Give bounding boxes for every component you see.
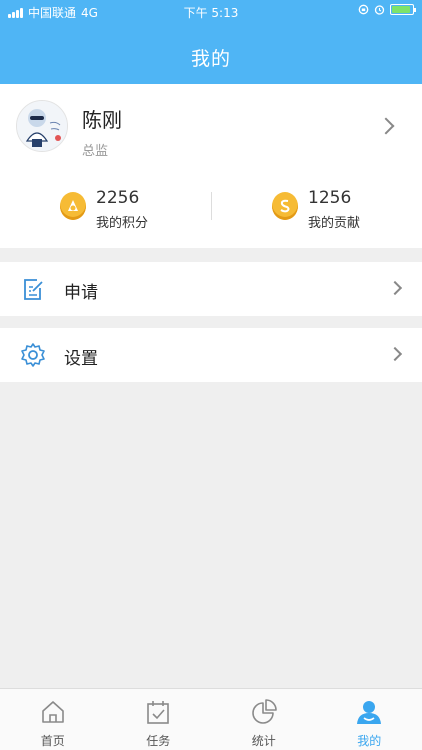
home-icon [41, 701, 64, 723]
points-value: 2256 [96, 188, 140, 208]
coin-icon [272, 192, 298, 220]
tab-label-stats: 统计 [251, 734, 276, 748]
tab-home[interactable]: 首页 [0, 689, 106, 750]
tab-label-home: 首页 [40, 734, 65, 748]
menu-label-settings: 设置 [64, 349, 98, 369]
tab-tasks[interactable]: 任务 [106, 689, 212, 750]
page-title: 我的 [190, 48, 231, 70]
contribution-label: 我的贡献 [308, 216, 361, 231]
chevron-right-icon [377, 117, 395, 135]
tab-label-tasks: 任务 [146, 734, 171, 748]
chevron-right-icon [387, 280, 403, 296]
rotation-lock-icon [358, 4, 369, 15]
avatar[interactable] [16, 100, 68, 152]
menu-item-settings[interactable]: 设置 [0, 328, 422, 382]
edit-icon [24, 279, 43, 300]
status-right [358, 4, 416, 15]
status-bar: 中国联通 4G 下午 5:13 [0, 0, 422, 22]
alarm-icon [374, 5, 385, 15]
points-label: 我的积分 [96, 216, 149, 231]
battery-icon [390, 4, 416, 15]
coin-icon [60, 192, 86, 220]
avatar-cartoon-icon [17, 101, 67, 151]
tab-bar: 首页 任务 统计 我的 [0, 688, 422, 750]
user-icon [357, 701, 382, 724]
user-role: 总监 [82, 144, 109, 159]
menu-label-apply: 申请 [64, 283, 98, 303]
gear-icon [21, 343, 45, 367]
tab-mine[interactable]: 我的 [317, 689, 422, 750]
chevron-right-icon [387, 346, 403, 362]
pie-chart-icon [251, 699, 277, 724]
menu-item-apply[interactable]: 申请 [0, 262, 422, 316]
stat-divider [211, 192, 212, 220]
tab-stats[interactable]: 统计 [211, 689, 317, 750]
profile-card[interactable]: 陈刚 总监 2256 我的积分 1256 我的贡献 [0, 84, 422, 248]
contribution-value: 1256 [308, 188, 352, 208]
app-header: 中国联通 4G 下午 5:13 我的 [0, 0, 422, 84]
user-name: 陈刚 [82, 108, 122, 132]
tab-label-mine: 我的 [357, 734, 382, 748]
calendar-check-icon [147, 701, 170, 724]
